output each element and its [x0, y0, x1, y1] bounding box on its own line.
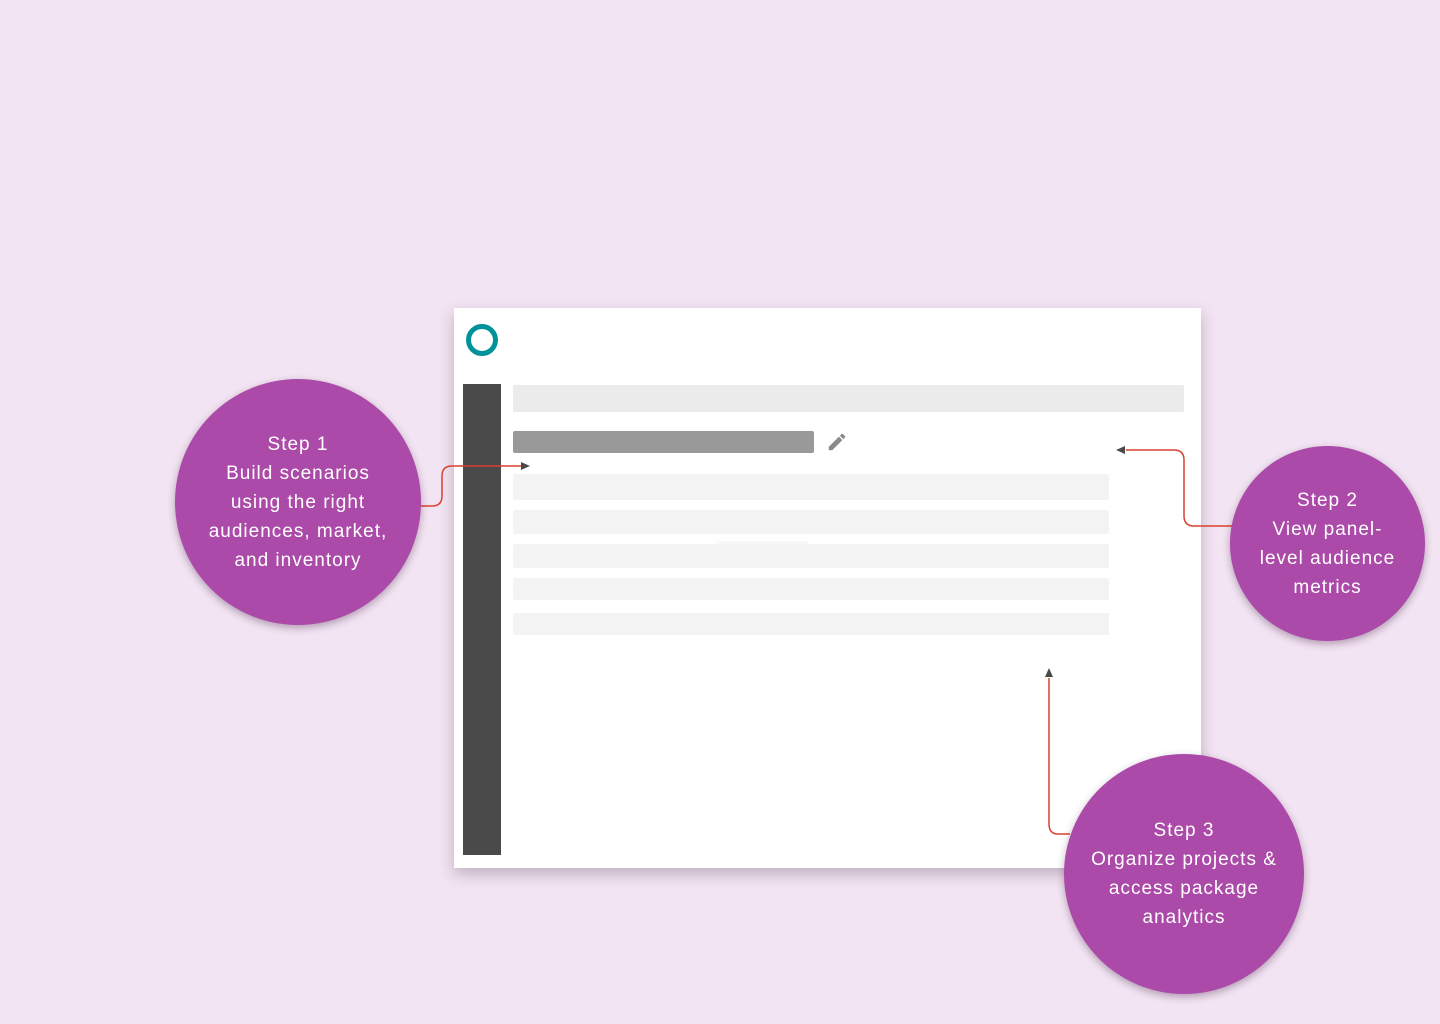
step-3-callout: Step 3 Organize projects & access packag… — [1064, 754, 1304, 994]
title-placeholder — [513, 431, 814, 453]
app-window-mockup — [454, 308, 1201, 868]
step-1-line: using the right — [230, 491, 366, 513]
step-3-line: Organize projects & — [1091, 849, 1277, 870]
step-3-line: access package — [1108, 878, 1260, 899]
list-row-placeholder — [513, 510, 1109, 534]
step-1-callout: Step 1 Build scenarios using the right a… — [175, 379, 421, 625]
step-1-label: Step 1 — [267, 433, 329, 455]
ring-logo-icon — [466, 324, 498, 356]
step-3-line: analytics — [1142, 907, 1226, 928]
step-2-line: metrics — [1293, 576, 1362, 598]
sidebar-placeholder — [463, 384, 501, 855]
step-2-callout: Step 2 View panel- level audience metric… — [1230, 446, 1425, 641]
list-row-placeholder — [513, 613, 1109, 635]
step-2-line: level audience — [1259, 547, 1396, 569]
list-row-placeholder — [513, 544, 1109, 568]
step-1-line: Build scenarios — [226, 462, 370, 484]
pencil-icon[interactable] — [826, 431, 848, 453]
step-2-label: Step 2 — [1297, 489, 1358, 511]
top-bar-placeholder — [513, 385, 1184, 412]
list-row-placeholder — [513, 474, 1109, 500]
step-1-line: and inventory — [234, 549, 362, 571]
list-row-placeholder — [513, 578, 1109, 600]
step-2-line: View panel- — [1272, 518, 1383, 540]
step-3-label: Step 3 — [1153, 820, 1215, 841]
step-1-line: audiences, market, — [208, 520, 388, 542]
